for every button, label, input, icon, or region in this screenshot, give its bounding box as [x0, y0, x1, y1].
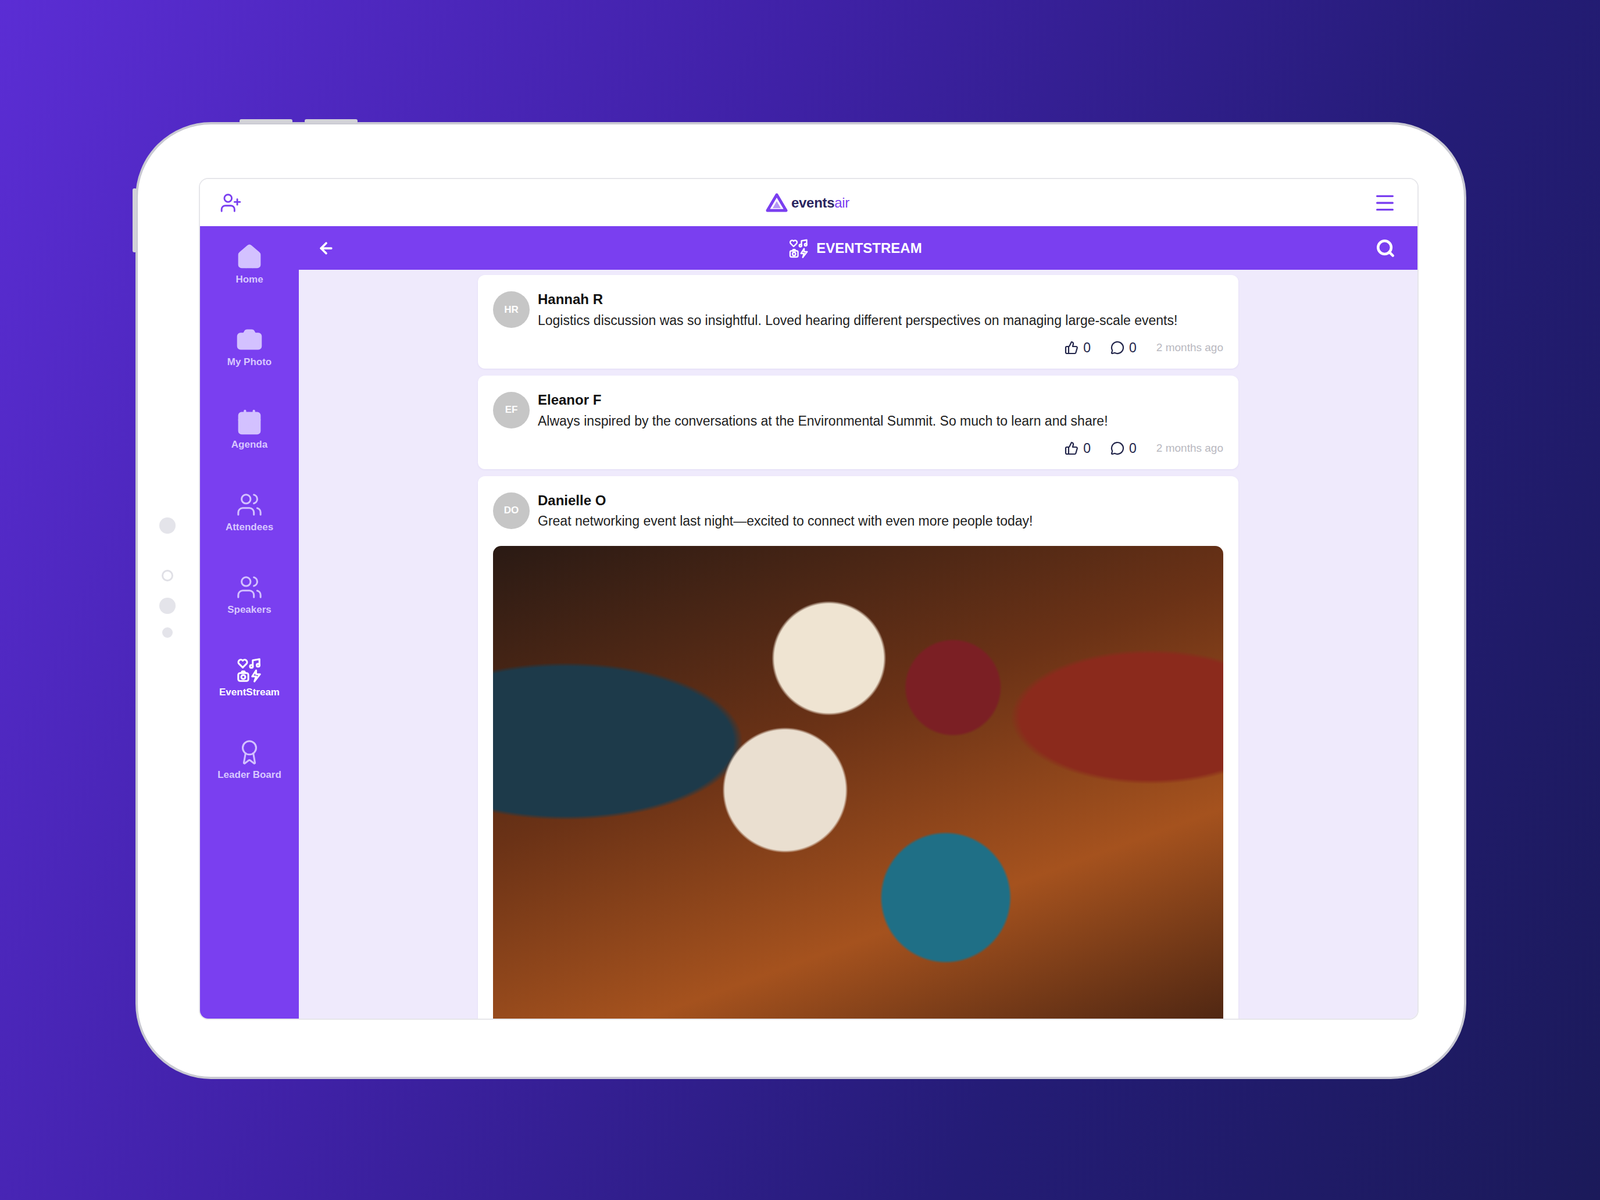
sidebar-label: Attendees: [225, 521, 274, 534]
medal-icon: [236, 738, 263, 766]
sidebar-label: Leader Board: [217, 769, 282, 781]
post-author[interactable]: Hannah R: [537, 291, 1224, 309]
logo-icon: [765, 193, 788, 213]
avatar[interactable]: EF: [493, 391, 530, 429]
search-button[interactable]: [1373, 236, 1398, 261]
comment-icon: [1110, 441, 1125, 456]
volume-button: [239, 119, 293, 124]
sensor-dot: [159, 517, 176, 534]
sidebar-label: Home: [235, 273, 263, 286]
app-body: Home My Photo Agenda Attendees Speakers Event…: [200, 226, 1418, 1019]
post-header: EF Eleanor F Always inspired by the conver…: [493, 391, 1224, 431]
sidebar-item[interactable]: EventStream: [200, 652, 299, 736]
post-actions: 0 0 2 months ago: [493, 440, 1224, 457]
menu-button[interactable]: [1373, 191, 1397, 215]
logo-text: air: [834, 194, 850, 211]
search-icon: [1375, 238, 1396, 259]
sidebar-label: My Photo: [227, 356, 273, 369]
back-button[interactable]: [315, 237, 338, 260]
sidebar-item[interactable]: Attendees: [200, 487, 299, 571]
comment-count: 0: [1129, 440, 1137, 457]
comment-icon: [1110, 340, 1125, 355]
post-actions: 0 0 2 months ago: [493, 340, 1224, 356]
like-button[interactable]: 0: [1064, 340, 1091, 356]
main-panel: EVENTSTREAM HR Hannah R Logistics discussio…: [298, 226, 1418, 1019]
calendar-icon: [236, 408, 263, 436]
eventstream-icon: [788, 237, 810, 259]
top-bar: eventsair: [200, 179, 1418, 227]
post-card: HR Hannah R Logistics discussion was so in…: [477, 275, 1239, 369]
volume-button: [304, 119, 358, 124]
post-card: EF Eleanor F Always inspired by the conver…: [477, 375, 1239, 470]
avatar[interactable]: DO: [493, 492, 530, 530]
post-header: DO Danielle O Great networking event last …: [493, 492, 1224, 531]
post-card: DO Danielle O Great networking event last …: [477, 476, 1239, 1019]
sidebar-item[interactable]: Home: [200, 240, 299, 323]
user-plus-icon: [219, 191, 242, 214]
sidebar: Home My Photo Agenda Attendees Speakers Event…: [200, 226, 299, 1019]
sidebar-label: EventStream: [219, 686, 280, 699]
post-author[interactable]: Danielle O: [537, 492, 1224, 510]
logo: eventsair: [765, 193, 850, 213]
attendees-icon: [236, 491, 263, 519]
speakers-icon: [236, 573, 263, 601]
sidebar-item[interactable]: Leader Board: [200, 735, 299, 819]
like-count: 0: [1083, 440, 1091, 457]
home-icon: [236, 243, 263, 271]
post-content: Danielle O Great networking event last ni…: [537, 492, 1224, 531]
thumbs-up-icon: [1064, 340, 1079, 355]
tablet-frame: eventsair Home My Photo Agenda Attendees Spea…: [135, 122, 1467, 1080]
post-photo[interactable]: [493, 545, 1224, 1019]
page-title: EVENTSTREAM: [788, 237, 922, 259]
sidebar-item[interactable]: Agenda: [200, 405, 299, 488]
post-author[interactable]: Eleanor F: [537, 391, 1224, 409]
comment-button[interactable]: 0: [1110, 440, 1137, 457]
thumbs-up-icon: [1064, 441, 1079, 456]
post-content: Eleanor F Always inspired by the conversa…: [537, 391, 1224, 431]
logo-text: events: [791, 194, 835, 211]
sensor-dot: [162, 627, 173, 638]
page-background: eventsair Home My Photo Agenda Attendees Spea…: [0, 0, 1600, 1200]
sidebar-item[interactable]: My Photo: [200, 322, 299, 406]
sensor-dot: [159, 597, 176, 614]
camera-icon: [236, 326, 263, 353]
power-button: [132, 188, 137, 253]
add-user-button[interactable]: [219, 191, 242, 214]
post-time: 2 months ago: [1156, 441, 1224, 455]
arrow-left-icon: [317, 239, 335, 257]
app-screen: eventsair Home My Photo Agenda Attendees Spea…: [198, 177, 1419, 1020]
comment-count: 0: [1129, 340, 1137, 356]
post-text: Logistics discussion was so insightful. …: [537, 311, 1224, 330]
post-text: Always inspired by the conversations at …: [537, 412, 1224, 431]
post-header: HR Hannah R Logistics discussion was so in…: [493, 291, 1224, 330]
sidebar-item[interactable]: Speakers: [200, 570, 299, 653]
like-button[interactable]: 0: [1064, 440, 1091, 457]
camera-dot: [161, 569, 174, 582]
hamburger-icon: [1373, 191, 1397, 215]
post-text: Great networking event last night—excite…: [537, 512, 1224, 531]
post-feed: HR Hannah R Logistics discussion was so in…: [298, 269, 1418, 1019]
comment-button[interactable]: 0: [1110, 340, 1137, 356]
sidebar-label: Agenda: [231, 438, 268, 451]
page-header: EVENTSTREAM: [298, 226, 1418, 270]
post-time: 2 months ago: [1156, 341, 1224, 355]
eventstream-icon: [236, 656, 263, 684]
avatar[interactable]: HR: [493, 291, 530, 328]
post-content: Hannah R Logistics discussion was so insi…: [537, 291, 1224, 330]
like-count: 0: [1083, 340, 1091, 356]
sidebar-label: Speakers: [227, 604, 272, 616]
